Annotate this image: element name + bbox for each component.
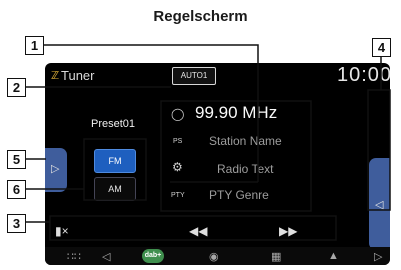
callout-3: 3 <box>7 214 26 233</box>
callout-5: 5 <box>7 150 26 169</box>
callout-1: 1 <box>25 36 44 55</box>
callout-2: 2 <box>7 78 26 97</box>
callout-4: 4 <box>372 38 391 57</box>
callout-lines <box>25 44 391 241</box>
callout-6: 6 <box>7 180 26 199</box>
